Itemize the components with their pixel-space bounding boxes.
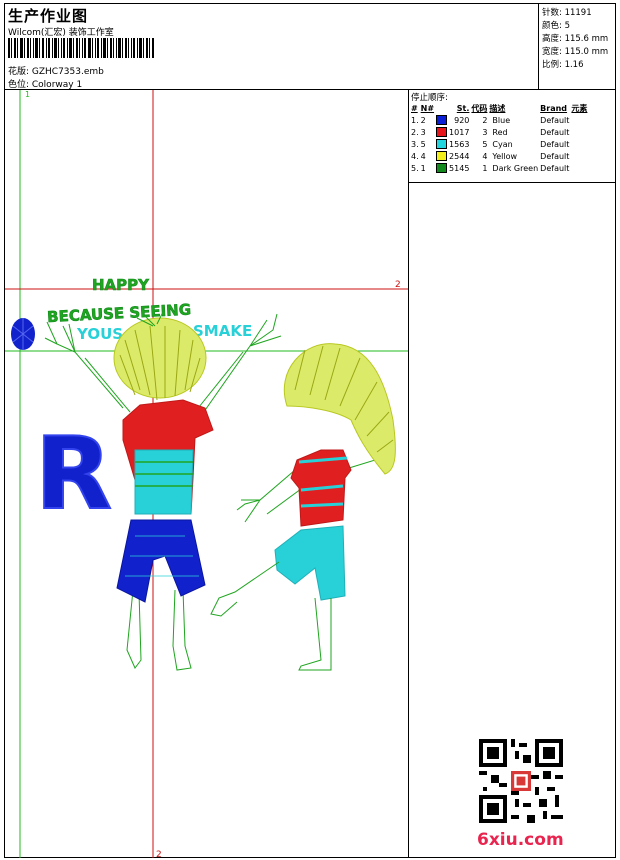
row-brand: Default [540,115,570,125]
row-index: 1. [411,115,419,125]
stop-table-row: 5. 1 5145 1 Dark Green Default [410,162,588,174]
stop-table-row: 4. 4 2544 4 Yellow Default [410,150,588,162]
barcode-icon [8,38,154,58]
design-file-label: 花版: GZHC7353.emb [8,67,104,77]
color-swatch-icon [436,127,448,137]
page-title: 生产作业图 [8,7,89,25]
color-swatch [435,114,448,126]
col-header-brand: Brand [540,103,568,113]
design-canvas: 1 2 2 HAPPY BECAUSE SEEING YOUS SMAKE R [5,90,409,858]
row-description: Dark Green [492,163,539,173]
stitch-count: 针数: 11191 [542,8,592,18]
col-header-needle: N# [420,103,435,113]
stats-panel: 针数: 11191 颜色: 5 高度: 115.6 mm 宽度: 115.0 m… [539,4,615,90]
stop-table-header-row: # N# St. 代码 描述 Brand 元素 [410,102,588,114]
guide-marker-bottom: 2 [156,850,162,858]
design-height: 高度: 115.6 mm [542,34,609,44]
row-description: Red [492,127,508,137]
guide-marker-right: 2 [395,280,401,290]
color-swatch-icon [436,151,448,161]
row-index: 5. [411,163,419,173]
row-element [570,126,588,138]
col-header-index: # [411,103,418,113]
color-swatch [435,150,448,162]
letter-r-lettering: R [35,415,112,532]
girl-figure [210,343,396,671]
row-code: 4 [482,151,488,161]
row-description: Yellow [492,151,518,161]
row-needle: 5 [420,139,426,149]
row-description: Blue [492,115,511,125]
stop-table-row: 2. 3 1017 3 Red Default [410,126,588,138]
row-code: 2 [482,115,488,125]
row-element [570,138,588,150]
row-code: 3 [482,127,488,137]
embroidery-preview: 1 2 2 HAPPY BECAUSE SEEING YOUS SMAKE R [5,90,408,858]
stop-table-row: 1. 2 920 2 Blue Default [410,114,588,126]
production-sheet: 生产作业图 Wilcom(汇宏) 装饰工作室 花版: GZHC7353.emb … [4,3,616,858]
colorway-label: 色位: Colorway 1 [8,80,83,90]
row-element [570,114,588,126]
col-header-description: 描述 [489,103,506,113]
design-width: 宽度: 115.0 mm [542,47,609,57]
color-swatch-icon [436,163,448,173]
col-header-element: 元素 [571,103,588,113]
row-stitches: 5145 [449,163,470,173]
col-header-code: 代码 [471,103,488,113]
row-stitches: 1563 [449,139,470,149]
row-index: 3. [411,139,419,149]
color-swatch [435,162,448,174]
row-brand: Default [540,151,570,161]
row-brand: Default [540,163,570,173]
color-swatch-icon [436,115,448,125]
watermark-text: 6xiu.com [477,830,564,850]
row-description: Cyan [492,139,513,149]
studio-subtitle: Wilcom(汇宏) 装饰工作室 [8,28,114,38]
row-needle: 4 [420,151,426,161]
row-index: 2. [411,127,419,137]
row-stitches: 920 [454,115,470,125]
row-code: 5 [482,139,488,149]
yous-lettering: YOUS [76,325,123,343]
row-brand: Default [540,139,570,149]
row-element [570,162,588,174]
color-count: 颜色: 5 [542,21,570,31]
col-header-swatch [435,102,448,114]
row-code: 1 [482,163,488,173]
color-swatch [435,138,448,150]
row-needle: 1 [420,163,426,173]
row-element [570,150,588,162]
header-panel: 生产作业图 Wilcom(汇宏) 装饰工作室 花版: GZHC7353.emb … [5,4,539,90]
color-swatch-icon [436,139,448,149]
stop-table-row: 3. 5 1563 5 Cyan Default [410,138,588,150]
col-header-stitches: St. [456,103,470,113]
qr-code-icon [479,739,563,823]
row-stitches: 1017 [449,127,470,137]
row-brand: Default [540,127,570,137]
guide-marker-top: 1 [25,90,30,99]
row-needle: 3 [420,127,426,137]
color-swatch [435,126,448,138]
row-needle: 2 [420,115,426,125]
smake-lettering: SMAKE [193,322,252,340]
happy-lettering: HAPPY [92,276,150,294]
ball-icon [11,318,35,350]
row-stitches: 2544 [449,151,470,161]
design-scale: 比例: 1.16 [542,60,584,70]
stop-sequence-table: # N# St. 代码 描述 Brand 元素 1. 2 920 2 Blue Defau… [410,102,588,174]
stop-sequence-panel: 停止顺序: # N# St. 代码 描述 Brand 元素 1. 2 920 2 Blu… [409,90,615,183]
row-index: 4. [411,151,419,161]
